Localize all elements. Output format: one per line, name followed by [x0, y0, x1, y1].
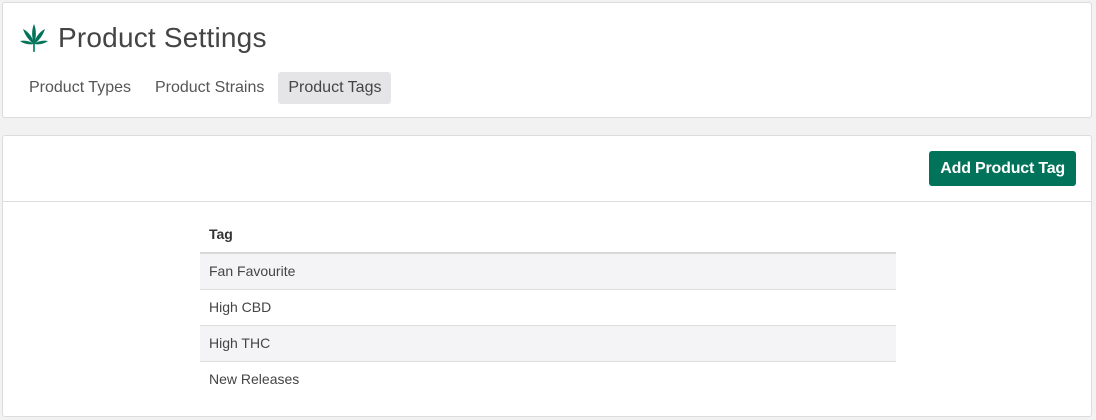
settings-header-panel: Product Settings Product Types Product S… [2, 2, 1092, 118]
table-row[interactable]: High CBD [200, 289, 896, 326]
table-row[interactable]: Fan Favourite [200, 253, 896, 290]
tags-table: Tag Fan Favourite High CBD High THC New … [200, 216, 896, 397]
settings-tabs: Product Types Product Strains Product Ta… [19, 72, 395, 104]
table-header-row: Tag [200, 216, 896, 254]
tab-product-types[interactable]: Product Types [19, 72, 141, 104]
add-product-tag-button[interactable]: Add Product Tag [929, 151, 1076, 186]
column-header-tag[interactable]: Tag [200, 216, 896, 254]
table-row[interactable]: New Releases [200, 361, 896, 397]
tag-cell: High THC [200, 325, 896, 362]
tag-cell: High CBD [200, 289, 896, 326]
table-row[interactable]: High THC [200, 325, 896, 362]
tab-product-strains[interactable]: Product Strains [145, 72, 274, 104]
product-tags-panel: Add Product Tag Tag Fan Favourite High C… [2, 135, 1092, 417]
page-title: Product Settings [58, 22, 267, 53]
title-row: Product Settings [20, 20, 267, 56]
tab-product-tags[interactable]: Product Tags [278, 72, 392, 104]
tag-cell: Fan Favourite [200, 253, 896, 290]
tag-cell: New Releases [209, 371, 300, 388]
panel-toolbar: Add Product Tag [3, 136, 1091, 202]
cannabis-leaf-icon [20, 23, 48, 53]
